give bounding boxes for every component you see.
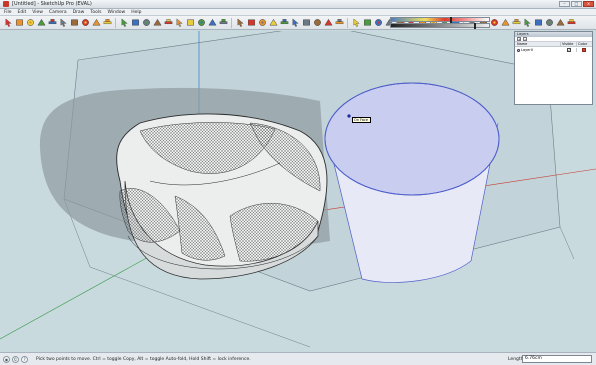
select-arrow-icon[interactable] — [3, 18, 13, 28]
column-color[interactable]: Color — [577, 42, 592, 46]
zoom-icon[interactable] — [268, 18, 278, 28]
add-location-icon[interactable] — [566, 18, 576, 28]
column-name[interactable]: Name — [515, 42, 561, 46]
help-icon[interactable]: ? — [21, 355, 28, 363]
viewport-canvas[interactable] — [0, 31, 596, 352]
shadow-time-slider[interactable] — [390, 17, 490, 23]
circle-icon[interactable] — [36, 18, 46, 28]
geo-location-icon[interactable]: ◉ — [3, 355, 10, 363]
layer-color-cell — [577, 48, 592, 52]
pan-icon[interactable] — [257, 18, 267, 28]
get-models-icon[interactable] — [533, 18, 543, 28]
text-icon[interactable] — [207, 18, 217, 28]
column-visible[interactable]: Visible — [561, 42, 577, 46]
credits-icon[interactable]: © — [12, 355, 19, 363]
scale-icon[interactable] — [152, 18, 162, 28]
push-pull-icon[interactable] — [102, 18, 112, 28]
zoom-extents-icon[interactable] — [290, 18, 300, 28]
layer-color-swatch[interactable] — [582, 48, 586, 52]
layer-visible-cell: ✓ — [561, 48, 577, 52]
freehand-icon[interactable] — [69, 18, 79, 28]
menu-file[interactable]: File — [4, 10, 12, 15]
menu-edit[interactable]: Edit — [18, 10, 27, 15]
layer-name: Layer0 — [521, 48, 533, 52]
mesh-object[interactable] — [116, 113, 328, 280]
shadow-light-slider[interactable] — [390, 23, 490, 29]
offset-icon[interactable] — [163, 18, 173, 28]
orbit-icon[interactable] — [246, 18, 256, 28]
layer-name-cell: Layer0 — [515, 48, 561, 52]
tape-measure-icon[interactable] — [174, 18, 184, 28]
look-around-icon[interactable] — [351, 18, 361, 28]
menu-draw[interactable]: Draw — [73, 10, 85, 15]
status-message: Pick two points to move. Ctrl = toggle C… — [36, 356, 251, 362]
window-controls: – □ × — [559, 1, 594, 7]
zoom-window-icon[interactable] — [279, 18, 289, 28]
toolbar-separator — [347, 17, 348, 28]
line-pencil-icon[interactable] — [25, 18, 35, 28]
menu-camera[interactable]: Camera — [49, 10, 67, 15]
share-model-icon[interactable] — [544, 18, 554, 28]
arc-icon[interactable] — [47, 18, 57, 28]
paint-bucket-icon[interactable] — [91, 18, 101, 28]
rotate-icon[interactable] — [141, 18, 151, 28]
menu-bar: File Edit View Camera Draw Tools Window … — [0, 9, 596, 16]
add-layer-button[interactable]: + — [517, 37, 521, 41]
close-button[interactable]: × — [583, 1, 594, 7]
eraser-icon[interactable] — [80, 18, 90, 28]
menu-window[interactable]: Window — [107, 10, 125, 15]
title-bar: [Untitled] - SketchUp Pro (EVAL) – □ × — [0, 0, 596, 9]
3d-text-icon[interactable] — [235, 18, 245, 28]
active-layer-radio[interactable] — [517, 48, 520, 52]
fog-icon[interactable] — [522, 18, 532, 28]
polygon-icon[interactable] — [58, 18, 68, 28]
menu-help[interactable]: Help — [131, 10, 141, 15]
position-camera-icon[interactable] — [323, 18, 333, 28]
shadow-settings — [390, 17, 490, 29]
remove-layer-button[interactable]: − — [523, 37, 527, 41]
iso-view-icon[interactable] — [373, 18, 383, 28]
shadow-light-thumb[interactable] — [474, 23, 477, 29]
toolbar-separator — [115, 17, 116, 28]
rectangle-icon[interactable] — [14, 18, 24, 28]
window-title: [Untitled] - SketchUp Pro (EVAL) — [12, 1, 92, 7]
menu-view[interactable]: View — [32, 10, 43, 15]
follow-me-icon[interactable] — [119, 18, 129, 28]
next-view-icon[interactable] — [312, 18, 322, 28]
inference-tooltip: On Face — [352, 117, 371, 123]
maximize-button[interactable]: □ — [571, 1, 582, 7]
move-icon[interactable] — [130, 18, 140, 28]
modeling-viewport[interactable] — [0, 31, 596, 352]
walk-icon[interactable] — [334, 18, 344, 28]
menu-tools[interactable]: Tools — [90, 10, 101, 15]
axes-icon[interactable] — [218, 18, 228, 28]
section-plane-icon[interactable] — [362, 18, 372, 28]
shaded-texture-icon[interactable] — [489, 18, 499, 28]
protractor-icon[interactable] — [196, 18, 206, 28]
layers-panel: Layers + − Name Visible Color Layer0 ✓ — [514, 31, 593, 105]
measurements-input[interactable]: 6.76cm — [522, 355, 592, 363]
sketchup-logo-icon — [3, 1, 9, 7]
toolbar-separator — [231, 17, 232, 28]
status-bar: ◉ © ? Pick two points to move. Ctrl = to… — [0, 352, 596, 365]
inference-point — [347, 114, 351, 118]
layer-row[interactable]: Layer0 ✓ — [515, 47, 592, 53]
components-icon[interactable] — [555, 18, 565, 28]
status-icons: ◉ © ? — [0, 355, 36, 363]
previous-view-icon[interactable] — [301, 18, 311, 28]
layer-visible-checkbox[interactable]: ✓ — [567, 48, 571, 52]
main-toolbar — [0, 16, 596, 30]
shadows-icon[interactable] — [511, 18, 521, 28]
monochrome-icon[interactable] — [500, 18, 510, 28]
dimension-icon[interactable] — [185, 18, 195, 28]
minimize-button[interactable]: – — [559, 1, 570, 7]
